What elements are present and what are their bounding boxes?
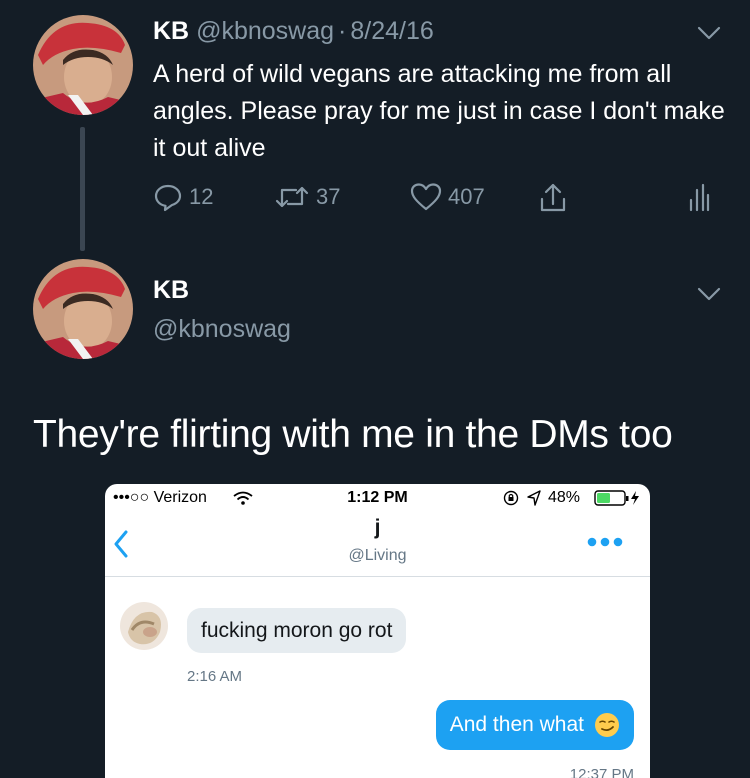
share-button[interactable] [538, 182, 568, 214]
tweet-text: They're flirting with me in the DMs too [33, 413, 673, 456]
message-text: fucking moron go rot [201, 619, 393, 642]
share-icon [540, 183, 566, 212]
message-text: And then what [449, 713, 584, 736]
location-icon [527, 490, 541, 506]
reply-button[interactable]: 12 [153, 182, 213, 212]
tweet-actions: 12 37 407 [0, 182, 750, 216]
reply-icon [154, 184, 182, 212]
battery-charging-icon [594, 490, 639, 506]
display-name[interactable]: KB [153, 276, 189, 305]
conversation-name: j [374, 516, 381, 539]
profile-avatar[interactable] [33, 259, 133, 359]
conversation-header: j @Living [105, 512, 650, 577]
tweet-date[interactable]: 8/24/16 [350, 17, 433, 45]
incoming-message-bubble[interactable]: fucking moron go rot [187, 608, 407, 653]
message-timestamp: 12:37 PM [569, 766, 634, 778]
retweet-count: 37 [316, 184, 341, 209]
more-options-icon[interactable] [587, 537, 623, 547]
outgoing-message-bubble[interactable]: And then what [435, 700, 634, 750]
tweet-menu-chevron-icon[interactable] [697, 287, 721, 306]
user-handle[interactable]: @kbnoswag [196, 17, 334, 45]
analytics-button[interactable] [688, 182, 710, 212]
heart-icon [410, 183, 442, 211]
tweet-header: KB @kbnoswag · 8/24/16 [153, 17, 434, 46]
tweet-menu-chevron-icon[interactable] [697, 26, 721, 45]
message-timestamp: 2:16 AM [187, 668, 243, 685]
smirk-emoji-icon [595, 713, 619, 737]
conversation-handle: @Living [348, 547, 407, 564]
meta-separator: · [338, 17, 347, 45]
battery-percent: 48% [548, 489, 581, 506]
tweet-text: A herd of wild vegans are attacking me f… [153, 60, 725, 162]
reply-count: 12 [189, 184, 214, 209]
attached-screenshot[interactable]: •••○○ Verizon 1:12 PM 48% j @Living fuck… [105, 484, 650, 778]
analytics-icon [689, 183, 710, 212]
orientation-lock-icon [503, 490, 519, 506]
retweet-button[interactable]: 37 [274, 182, 340, 212]
display-name[interactable]: KB [153, 17, 189, 45]
like-count: 407 [448, 184, 485, 209]
retweet-icon [275, 186, 309, 208]
profile-avatar[interactable] [33, 15, 133, 115]
like-button[interactable]: 407 [410, 182, 485, 212]
status-bar: •••○○ Verizon 1:12 PM 48% [105, 484, 650, 512]
sender-avatar[interactable] [120, 602, 168, 650]
user-handle[interactable]: @kbnoswag [153, 315, 291, 344]
